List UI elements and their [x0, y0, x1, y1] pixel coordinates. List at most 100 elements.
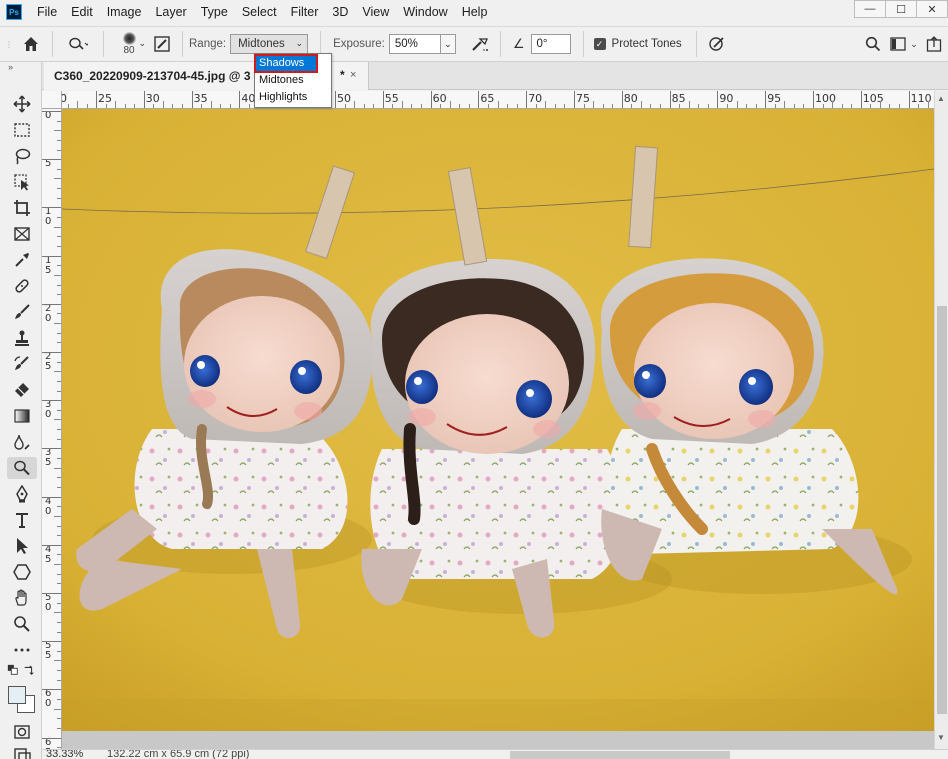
tool-preset-picker[interactable] [59, 31, 97, 57]
frame-tool[interactable] [11, 223, 33, 245]
ruler-tick [67, 104, 69, 108]
hand-tool[interactable] [11, 587, 33, 609]
ruler-label: 2 0 [45, 302, 52, 324]
eraser-tool[interactable] [11, 379, 33, 401]
zoom-tool[interactable] [11, 613, 33, 635]
lasso-tool[interactable] [11, 145, 33, 167]
ruler-tick [57, 621, 61, 623]
ruler-tick [191, 91, 193, 108]
ruler-tick [86, 104, 88, 108]
ruler-tick [440, 104, 442, 108]
brush-settings-button[interactable] [148, 31, 176, 57]
exposure-slider-toggle[interactable]: ⌄ [440, 34, 456, 54]
pen-tool[interactable] [11, 483, 33, 505]
scroll-up-icon[interactable]: ▲ [937, 94, 945, 103]
history-brush-tool[interactable] [11, 353, 33, 375]
ruler-tick [57, 554, 61, 556]
object-select-tool[interactable] [11, 171, 33, 193]
airbrush-toggle[interactable] [464, 31, 496, 57]
path-select-tool[interactable] [11, 535, 33, 557]
ruler-label: 4 0 [45, 495, 52, 517]
menu-layer[interactable]: Layer [148, 0, 193, 24]
blur-tool[interactable] [11, 431, 33, 453]
panel-collapse-icon[interactable]: » [8, 62, 13, 72]
menu-window[interactable]: Window [396, 0, 454, 24]
crop-tool[interactable] [11, 197, 33, 219]
horizontal-scroll-thumb[interactable] [510, 751, 730, 759]
vertical-scroll-thumb[interactable] [937, 306, 947, 714]
ruler-tick [210, 101, 212, 108]
ruler-tick [54, 708, 61, 710]
ruler-label: 0 [62, 92, 67, 105]
ruler-tick [545, 101, 547, 108]
gradient-tool[interactable] [11, 405, 33, 427]
angle-input[interactable]: 0° [530, 34, 571, 54]
canvas-area[interactable] [62, 109, 934, 749]
ruler-tick [42, 737, 61, 739]
default-colors-button[interactable] [6, 663, 20, 677]
frame-icon [14, 227, 30, 241]
document-size-info[interactable]: 132.22 cm x 65.9 cm (72 ppi) [107, 750, 249, 759]
ruler-tick [421, 104, 423, 108]
more-tools-button[interactable] [11, 639, 33, 661]
menu-image[interactable]: Image [100, 0, 149, 24]
ruler-tick [813, 91, 814, 108]
ruler-origin[interactable] [42, 91, 62, 109]
brush-tip-icon [122, 32, 136, 45]
foreground-color-swatch[interactable] [8, 686, 26, 704]
range-option-shadows[interactable]: Shadows [254, 54, 318, 73]
vertical-scrollbar[interactable]: ▲ ▼ [934, 91, 948, 749]
pressure-size-button[interactable] [703, 31, 731, 57]
range-option-midtones[interactable]: Midtones [255, 72, 331, 89]
ruler-tick [57, 525, 61, 527]
marquee-tool[interactable] [11, 119, 33, 141]
exposure-input[interactable]: 50% [388, 34, 441, 54]
stamp-tool[interactable] [11, 327, 33, 349]
menu-type[interactable]: Type [194, 0, 235, 24]
protect-tones-checkbox[interactable]: ✓ [593, 38, 606, 50]
eyedropper-tool[interactable] [11, 249, 33, 271]
brush-preset-picker[interactable]: 80 ⌄ [110, 31, 148, 57]
screen-mode-button[interactable] [11, 745, 33, 759]
ruler-tick [57, 699, 61, 701]
range-option-highlights[interactable]: Highlights [255, 89, 331, 106]
ruler-tick [449, 101, 451, 108]
ruler-tick [42, 448, 61, 450]
zoom-level-field[interactable]: 33.33% [46, 750, 83, 759]
maximize-button[interactable]: ☐ [885, 0, 917, 18]
dodge-tool[interactable] [7, 457, 37, 479]
search-button[interactable] [860, 31, 886, 57]
close-tab-icon[interactable]: × [350, 69, 356, 81]
menu-edit[interactable]: Edit [64, 0, 100, 24]
workspace-switcher[interactable]: ⌄ [886, 31, 922, 57]
search-icon [865, 36, 881, 52]
minimize-button[interactable]: — [854, 0, 886, 18]
ruler-tick [535, 104, 537, 108]
home-button[interactable] [16, 31, 46, 57]
quick-mask-button[interactable] [11, 721, 33, 743]
menu-select[interactable]: Select [235, 0, 284, 24]
more-icon [14, 648, 30, 652]
shape-tool[interactable] [11, 561, 33, 583]
ruler-tick [42, 255, 61, 257]
brush-tool[interactable] [11, 301, 33, 323]
ruler-tick [54, 660, 61, 662]
menu-help[interactable]: Help [455, 0, 495, 24]
share-button[interactable] [922, 31, 946, 57]
menu-filter[interactable]: Filter [284, 0, 326, 24]
swap-colors-button[interactable] [22, 663, 36, 677]
range-select[interactable]: Midtones ⌄ [230, 34, 309, 54]
menu-3d[interactable]: 3D [325, 0, 355, 24]
menu-file[interactable]: File [30, 0, 64, 24]
ruler-tick [57, 718, 61, 720]
scroll-down-icon[interactable]: ▼ [937, 733, 945, 742]
type-tool[interactable] [11, 509, 33, 531]
ruler-tick [57, 332, 61, 334]
menu-view[interactable]: View [355, 0, 396, 24]
ruler-tick [430, 91, 432, 108]
ruler-tick [42, 544, 61, 546]
close-button[interactable]: ✕ [916, 0, 948, 18]
move-tool[interactable] [11, 93, 33, 115]
healing-tool[interactable] [11, 275, 33, 297]
move-icon [13, 95, 31, 113]
